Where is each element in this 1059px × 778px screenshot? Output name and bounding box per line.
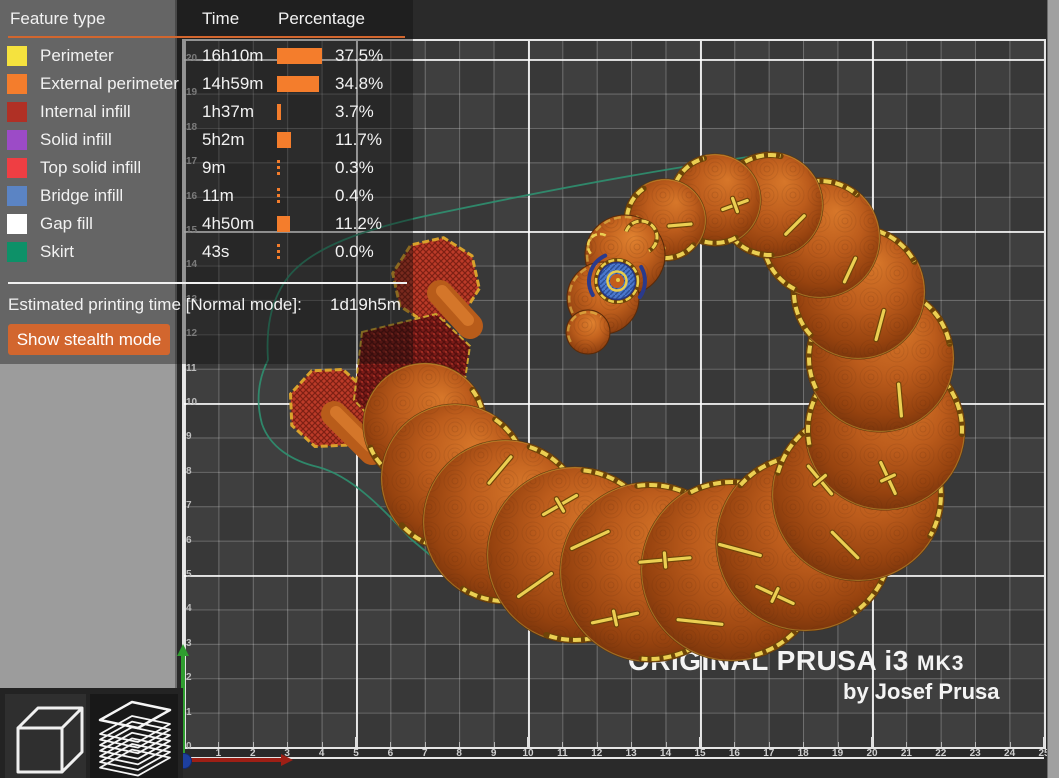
legend-color-swatch (7, 130, 27, 150)
legend-feature-label: Internal infill (40, 102, 131, 121)
3d-view-button[interactable] (5, 694, 86, 778)
feature-legend-panel: Feature type Time Percentage Perimeter 16… (0, 0, 413, 364)
legend-feature-label: External perimeter (40, 74, 179, 93)
feature-type-header: Feature type (10, 9, 106, 28)
legend-time-value: 43s (202, 242, 230, 261)
window-edge-strip (1047, 0, 1059, 778)
x-axis-arrowhead-icon (281, 754, 293, 766)
percentage-bar (277, 188, 280, 204)
layers-view-button[interactable] (90, 694, 178, 778)
percentage-header: Percentage (278, 9, 365, 28)
time-header: Time (202, 9, 240, 28)
panel-separator (8, 282, 407, 284)
percentage-bar (277, 160, 280, 176)
percentage-bar (277, 132, 291, 148)
legend-time-value: 5h2m (202, 130, 245, 149)
legend-color-swatch (7, 214, 27, 234)
percentage-bar (277, 76, 319, 92)
legend-time-value: 16h10m (202, 46, 264, 65)
legend-percentage-value: 0.4% (335, 186, 374, 205)
legend-percentage-value: 11.7% (335, 130, 382, 149)
slicer-preview-window: 1 2 3 4 5 6 7 8 9 10 11 12 13 14 15 16 17 18 19 20 21 22 23 24 2… (0, 0, 1059, 778)
layers-icon (98, 700, 172, 777)
legend-color-swatch (7, 158, 27, 178)
estimated-time-row: Estimated printing time [Normal mode]: 1… (8, 295, 401, 315)
legend-feature-label: Gap fill (40, 214, 93, 233)
legend-feature-label: Perimeter (40, 46, 114, 65)
legend-row: Bridge infill 11m 0.4% (0, 182, 413, 210)
legend-row: Top solid infill 9m 0.3% (0, 154, 413, 182)
legend-feature-label: Top solid infill (40, 158, 142, 177)
x-axis-indicator (187, 758, 283, 762)
estimated-time-value: 1d19h5m (330, 295, 401, 314)
legend-color-swatch (7, 74, 27, 94)
percentage-bar (277, 104, 281, 120)
legend-time-value: 9m (202, 158, 226, 177)
legend-percentage-value: 11.2% (335, 214, 382, 233)
legend-percentage-value: 34.8% (335, 74, 384, 93)
legend-row: Solid infill 5h2m 11.7% (0, 126, 413, 154)
legend-percentage-value: 0.3% (335, 158, 374, 177)
model-body-segments (362, 151, 966, 663)
view-mode-toolbar (0, 688, 183, 778)
percentage-bar (277, 216, 290, 232)
legend-color-swatch (7, 242, 27, 262)
legend-color-swatch (7, 46, 27, 66)
legend-row: Skirt 43s 0.0% (0, 238, 413, 266)
legend-time-value: 4h50m (202, 214, 254, 233)
model-head (565, 214, 666, 355)
legend-row: Gap fill 4h50m 11.2% (0, 210, 413, 238)
legend-color-swatch (7, 102, 27, 122)
show-stealth-mode-button[interactable]: Show stealth mode (8, 324, 170, 355)
legend-feature-label: Skirt (40, 242, 74, 261)
legend-row: External perimeter 14h59m 34.8% (0, 70, 413, 98)
legend-color-swatch (7, 186, 27, 206)
legend-time-value: 14h59m (202, 74, 264, 93)
cube-icon (16, 706, 84, 774)
legend-feature-label: Solid infill (40, 130, 112, 149)
header-underline (8, 36, 405, 38)
legend-row: Perimeter 16h10m 37.5% (0, 42, 413, 70)
legend-percentage-value: 3.7% (335, 102, 374, 121)
legend-rows: Perimeter 16h10m 37.5% External perimeter 14… (0, 42, 413, 266)
legend-time-value: 1h37m (202, 102, 254, 121)
y-axis-arrowhead-icon (177, 644, 189, 656)
percentage-bar (277, 244, 280, 260)
estimated-time-label: Estimated printing time [Normal mode]: (8, 295, 302, 314)
legend-percentage-value: 0.0% (335, 242, 374, 261)
legend-percentage-value: 37.5% (335, 46, 384, 65)
legend-row: Internal infill 1h37m 3.7% (0, 98, 413, 126)
legend-feature-label: Bridge infill (40, 186, 124, 205)
legend-time-value: 11m (202, 186, 234, 205)
percentage-bar (277, 48, 322, 64)
